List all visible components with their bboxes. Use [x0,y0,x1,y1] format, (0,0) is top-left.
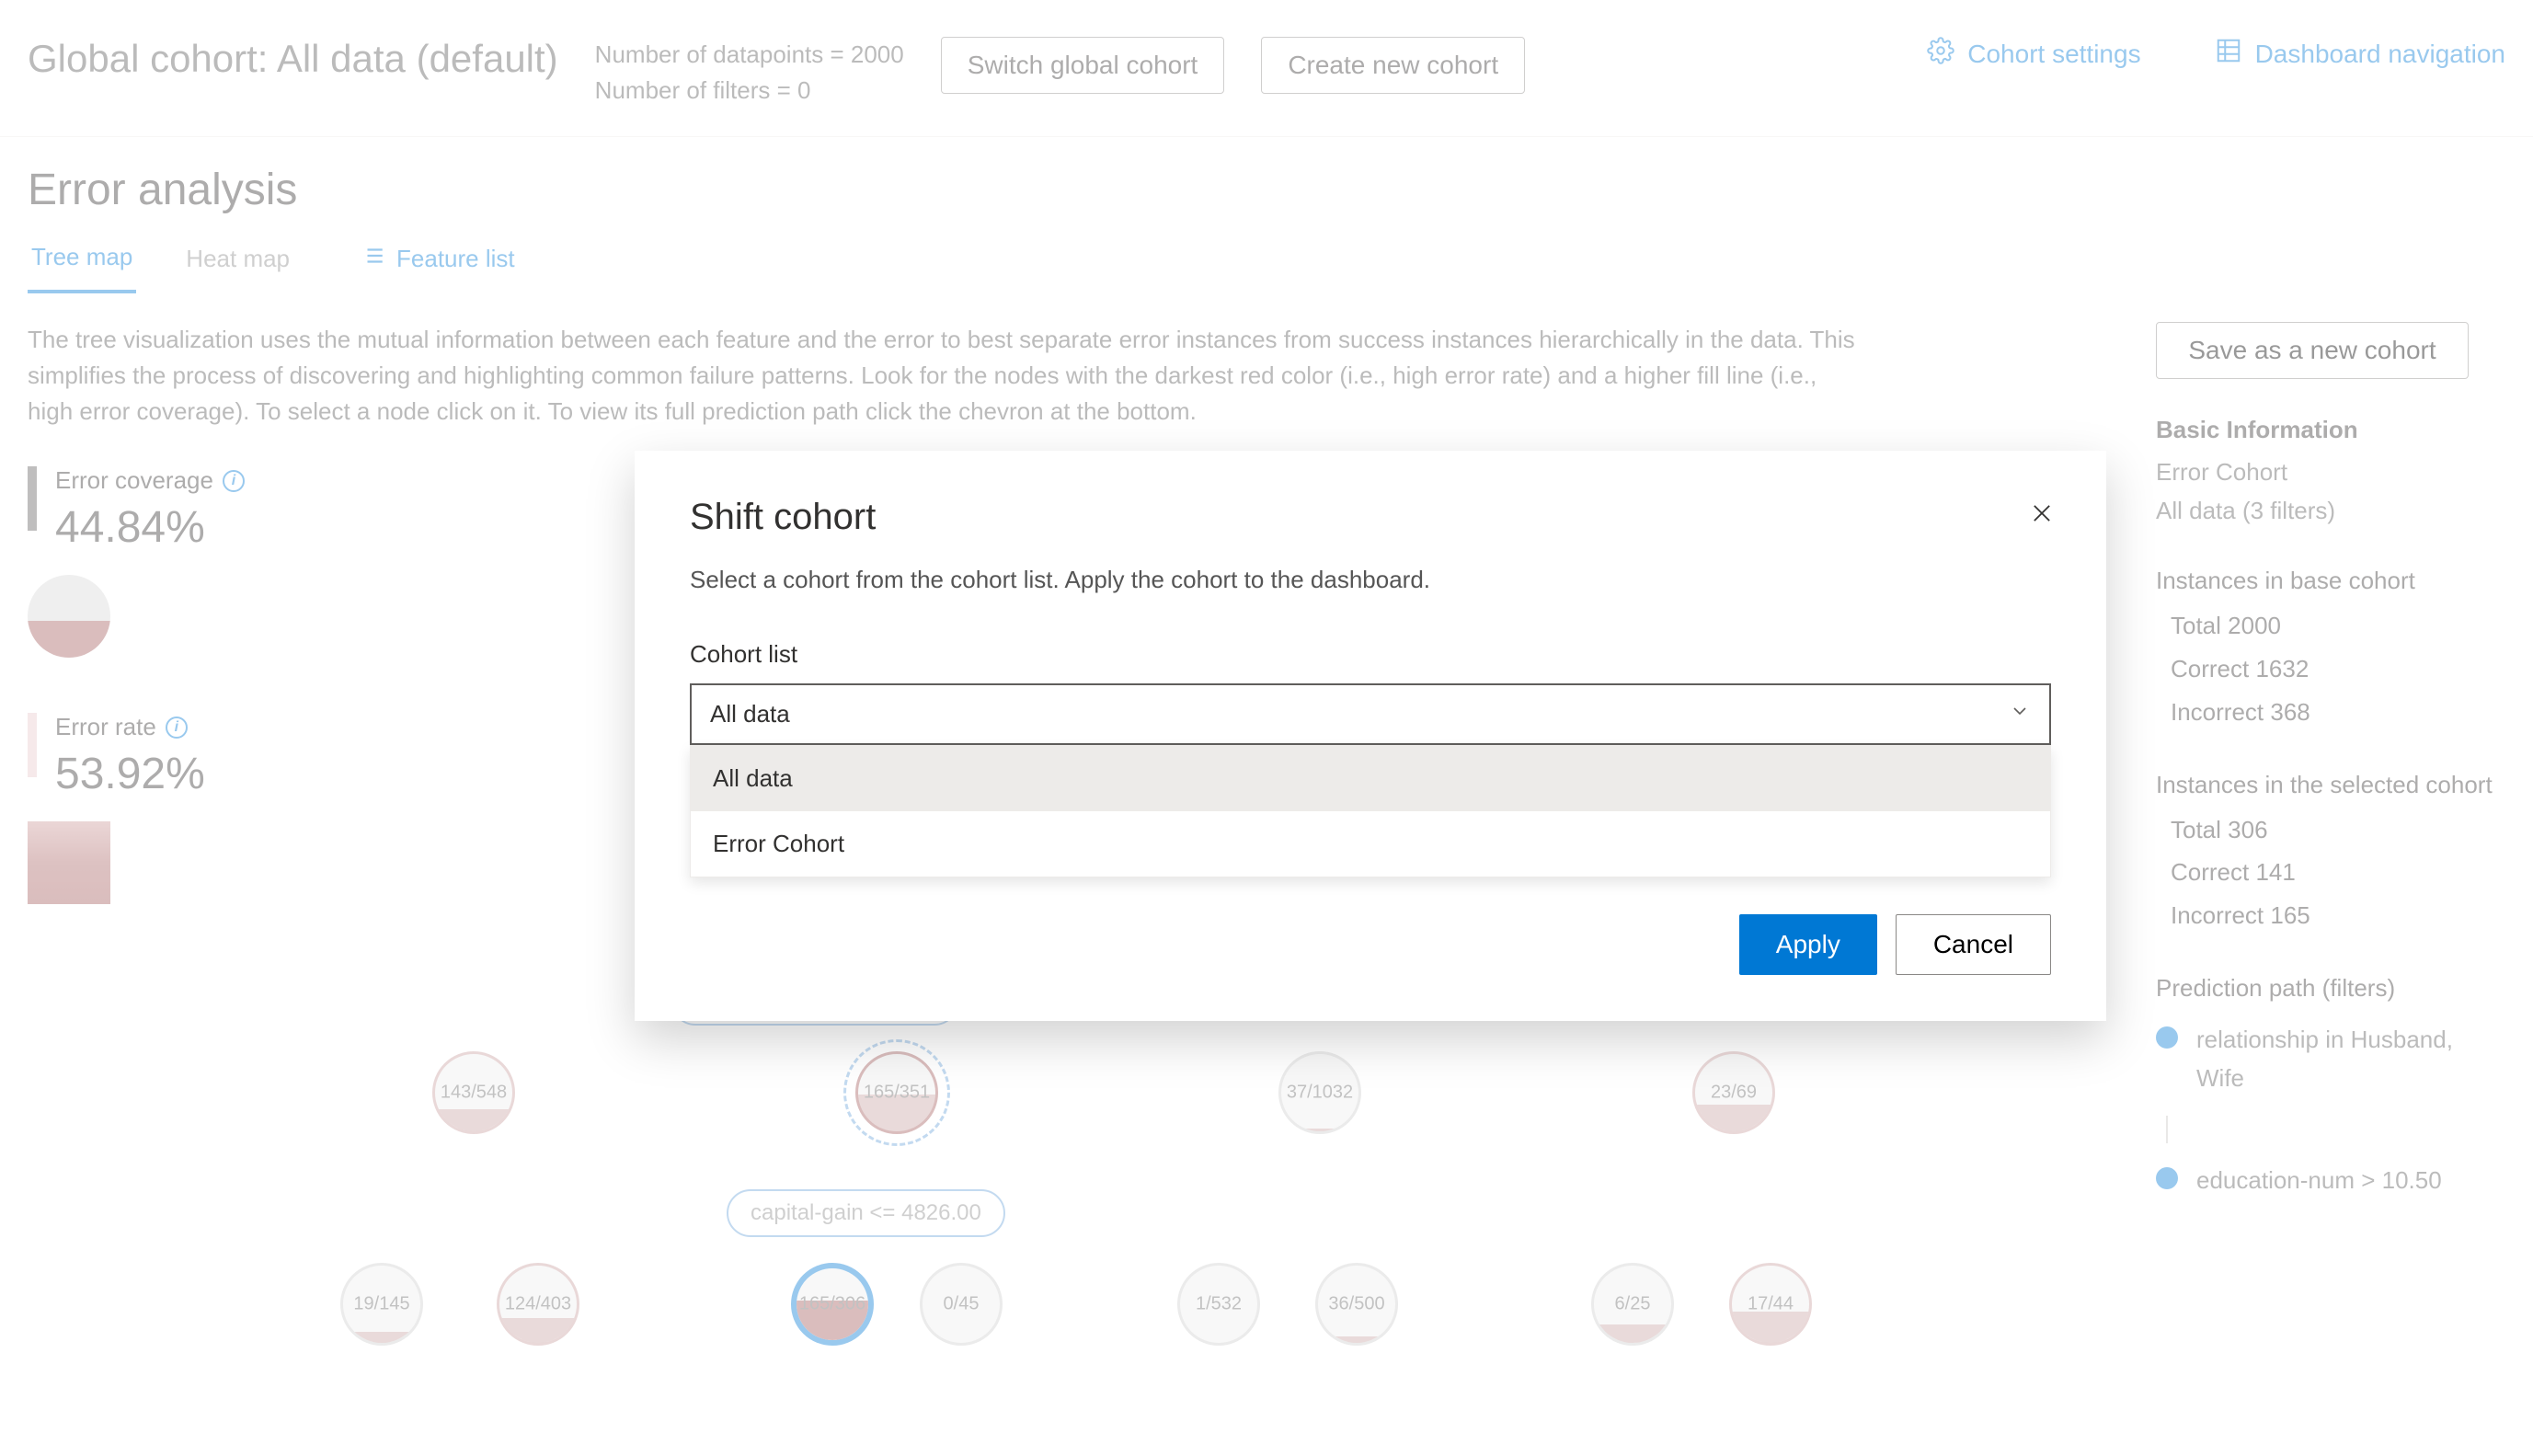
cancel-button[interactable]: Cancel [1896,914,2051,975]
cohort-list-label: Cohort list [690,640,2051,669]
chevron-down-icon [2009,700,2031,728]
dropdown-options: All data Error Cohort [690,745,2051,877]
modal-title: Shift cohort [690,497,2051,538]
shift-cohort-modal: Shift cohort Select a cohort from the co… [635,451,2106,1021]
cohort-list-dropdown[interactable]: All data [690,683,2051,745]
apply-button[interactable]: Apply [1739,914,1877,975]
dropdown-option[interactable]: All data [691,746,2050,811]
modal-description: Select a cohort from the cohort list. Ap… [690,566,2051,594]
dropdown-value: All data [710,700,790,728]
dropdown-option[interactable]: Error Cohort [691,811,2050,877]
close-icon[interactable] [2023,495,2060,535]
